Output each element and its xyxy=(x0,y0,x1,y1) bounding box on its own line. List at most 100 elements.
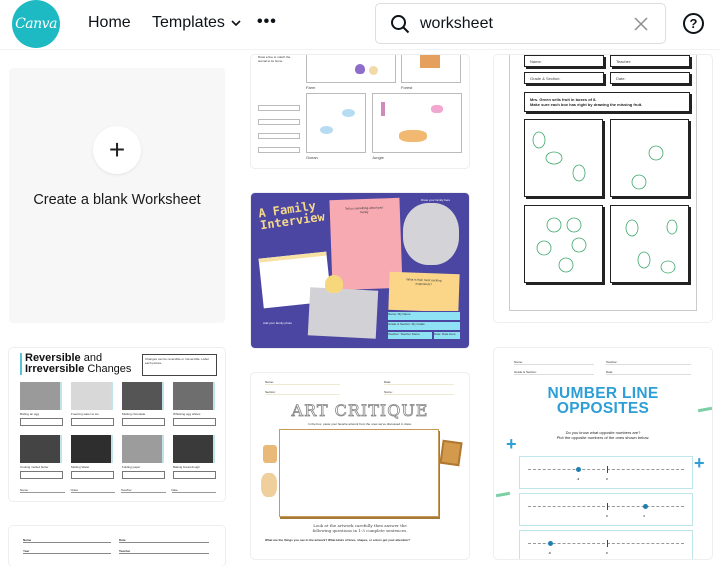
forest-box xyxy=(401,55,461,83)
search-bar[interactable] xyxy=(375,3,666,44)
rev-photo xyxy=(173,382,215,410)
class-field xyxy=(258,119,300,125)
art-question-intro: Look at the artwork carefully then answe… xyxy=(312,523,408,533)
template-card-reversible-changes[interactable]: Reversible and Irreversible Changes Chan… xyxy=(9,348,225,501)
number-line-row: 0 -3 xyxy=(519,456,693,489)
number-point xyxy=(547,541,553,546)
field-name: Name: My Name xyxy=(387,311,461,321)
zero-label: 0 xyxy=(606,514,608,518)
jungle-label: Jungle xyxy=(372,155,384,160)
search-input[interactable] xyxy=(420,14,610,33)
plus-doodle-left: + xyxy=(506,434,517,454)
ocean-box xyxy=(306,93,366,153)
vase-doodle xyxy=(263,445,277,463)
nav-templates[interactable]: Templates xyxy=(152,14,243,32)
teacher-field xyxy=(258,133,300,139)
rev-photo xyxy=(20,435,62,463)
number-point xyxy=(576,467,581,472)
rev-photo xyxy=(173,435,215,463)
create-blank-card[interactable]: + Create a blank Worksheet xyxy=(9,68,225,323)
template-card-fruit-boxes[interactable]: Name: Teacher: Grade & Section: Date: Mr… xyxy=(494,55,712,322)
nl-name-field: Name: xyxy=(514,360,594,365)
family-title: A Family Interview xyxy=(258,199,326,233)
rev-note: Changes can be reversible or irreversibl… xyxy=(142,354,217,376)
instruction-text: Draw a line to match the animal to its h… xyxy=(258,55,291,63)
art-name-field: Name: xyxy=(265,380,340,385)
number-line-row: 0 -6 xyxy=(519,530,693,559)
nl-grade-field: Grade & Section: xyxy=(514,370,594,375)
template-card-number-line-opposites[interactable]: Name: Teacher: Grade & Section: Date: NU… xyxy=(494,348,712,559)
ns-date-field: Date xyxy=(119,538,209,543)
plus-icon: + xyxy=(93,126,141,174)
more-menu-button[interactable]: ••• xyxy=(257,13,277,31)
rev-photo xyxy=(20,382,62,410)
zero-label: 0 xyxy=(606,551,608,555)
jungle-box xyxy=(372,93,462,153)
ns-year-field: Year xyxy=(23,549,111,554)
rev-item-label: Freezing water to ice xyxy=(71,412,99,416)
rev-answer-box xyxy=(122,471,165,479)
point-label: -6 xyxy=(548,551,551,555)
ns-teacher-field: Teacher xyxy=(119,549,209,554)
art-subtitle: In the box, paste your favorite artwork … xyxy=(308,422,412,426)
artwork-box xyxy=(279,429,439,517)
nl-instruction: Do you know what opposite numbers are? P… xyxy=(556,430,650,440)
rev-photo xyxy=(122,382,164,410)
rev-item-label: Melting Water xyxy=(71,465,90,469)
nav-home[interactable]: Home xyxy=(88,14,131,32)
nl-teacher-field: Teacher: xyxy=(606,360,691,365)
clear-search-icon[interactable] xyxy=(633,16,649,32)
rev-item-label: Baking bread dough xyxy=(173,465,200,469)
plus-doodle-right: + xyxy=(694,453,705,473)
rev-footer: Name Class Teacher Date xyxy=(20,488,216,493)
name-field xyxy=(258,105,300,111)
point-label: 4 xyxy=(643,514,645,518)
point-label: -3 xyxy=(576,477,580,481)
farm-label: Farm xyxy=(306,85,316,90)
create-blank-label: Create a blank Worksheet xyxy=(33,192,201,208)
template-card-name-sheet[interactable]: Name Date Year Teacher xyxy=(9,526,225,566)
rev-answer-box xyxy=(71,471,114,479)
pink-note-text: Tell us something about your family xyxy=(345,205,384,215)
ocean-label: Ocean xyxy=(306,155,318,160)
rev-item-label: Boiling an egg xyxy=(20,412,40,416)
dash-doodle-left xyxy=(495,491,511,498)
rev-answer-box xyxy=(20,418,63,426)
zero-tick xyxy=(607,540,608,547)
rev-item-label: Folding paper xyxy=(122,465,141,469)
forest-label: Forest xyxy=(401,85,413,90)
number-line-axis xyxy=(528,469,684,470)
yellow-note: What is their most exciting experience? xyxy=(388,271,460,313)
template-card-art-critique[interactable]: Name: Date: Section: Score: ART CRITIQUE… xyxy=(251,373,469,559)
template-card-animal-habitats[interactable]: Draw a line to match the animal to its h… xyxy=(251,55,469,168)
frame-doodle xyxy=(439,439,463,467)
yellow-note-text: What is their most exciting experience? xyxy=(406,277,442,287)
rev-answer-box xyxy=(20,471,63,479)
rev-item-label: Melting chocolate xyxy=(122,412,146,416)
farm-box xyxy=(306,55,396,83)
number-point xyxy=(642,504,648,509)
rev-answer-box xyxy=(122,418,165,426)
field-teacher: Teacher: Teacher Name xyxy=(387,331,433,340)
canva-logo[interactable]: Canva xyxy=(12,0,60,48)
number-line-axis xyxy=(528,506,684,507)
rev-photo xyxy=(71,382,113,410)
help-button[interactable]: ? xyxy=(683,13,704,34)
hand-doodle xyxy=(325,275,343,293)
nl-date-field: Date: xyxy=(606,370,691,375)
rev-photo xyxy=(71,435,113,463)
rev-title: Reversible and Irreversible Changes xyxy=(20,353,131,375)
gray-photo xyxy=(307,287,379,339)
photo-blob xyxy=(403,203,459,265)
template-card-family-interview[interactable]: A Family Interview Tell us something abo… xyxy=(251,193,469,348)
nav-templates-label: Templates xyxy=(152,14,225,31)
rev-answer-box xyxy=(173,471,216,479)
zero-tick xyxy=(607,466,608,473)
rev-photo xyxy=(122,435,164,463)
field-date: Date: Date Here xyxy=(433,331,461,340)
rev-answer-box xyxy=(173,418,216,426)
field-grade: Grade & Section: My Grade xyxy=(387,321,461,331)
date-field xyxy=(258,147,300,153)
art-score-field: Score: xyxy=(384,390,454,395)
nl-title: NUMBER LINE OPPOSITES xyxy=(547,385,659,417)
